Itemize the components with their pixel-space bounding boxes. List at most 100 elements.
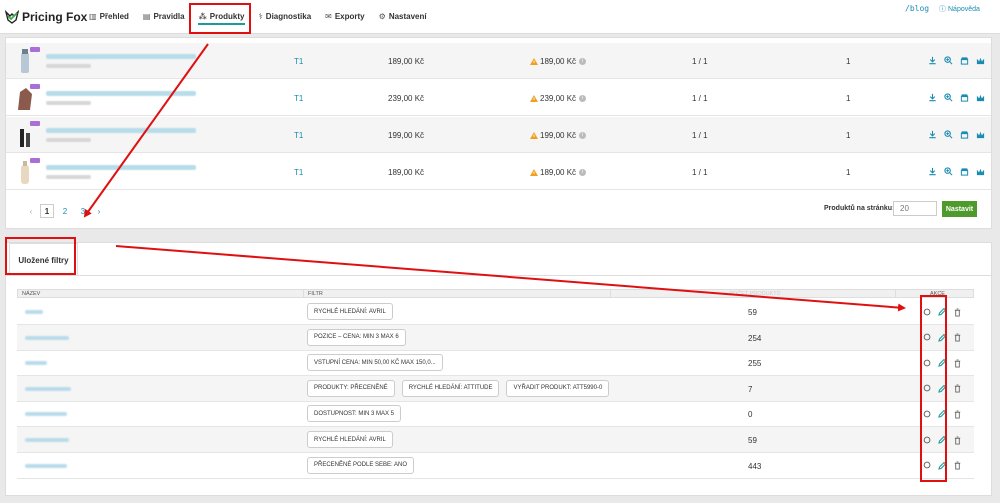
product-name-blurred[interactable] bbox=[46, 91, 196, 96]
trash-icon[interactable] bbox=[952, 435, 962, 445]
product-type-link[interactable]: T1 bbox=[294, 168, 303, 177]
download-icon[interactable] bbox=[927, 129, 937, 139]
saved-filter-row: Rychlé hledání: AVRIL 59 bbox=[17, 427, 974, 453]
info-icon[interactable]: i bbox=[579, 58, 587, 65]
product-price: 189,00 Kč bbox=[388, 57, 425, 66]
download-icon[interactable] bbox=[927, 166, 937, 176]
nav-item-pravidla[interactable]: ▤ Pravidla bbox=[136, 0, 192, 33]
edit-pencil-icon[interactable] bbox=[937, 358, 947, 368]
prev-page-button[interactable]: ‹ bbox=[26, 207, 36, 216]
download-icon[interactable] bbox=[927, 55, 937, 65]
nav-label: Přehled bbox=[99, 12, 129, 21]
product-type-link[interactable]: T1 bbox=[294, 94, 303, 103]
search-icon[interactable] bbox=[922, 333, 932, 343]
info-icon[interactable]: i bbox=[579, 95, 587, 102]
chart-icon[interactable] bbox=[975, 55, 985, 65]
set-per-page-button[interactable]: Nastavit bbox=[942, 201, 977, 217]
trash-icon[interactable] bbox=[952, 333, 962, 343]
chart-icon[interactable] bbox=[975, 92, 985, 102]
product-thumbnail[interactable] bbox=[14, 47, 40, 75]
brand-name: Pricing Fox bbox=[22, 10, 88, 24]
edit-pencil-icon[interactable] bbox=[937, 461, 947, 471]
trash-icon[interactable] bbox=[952, 461, 962, 471]
product-badge bbox=[30, 47, 40, 52]
saved-filter-row: Rychlé hledání: AVRIL 59 bbox=[17, 299, 974, 325]
search-icon[interactable] bbox=[922, 358, 932, 368]
trash-icon[interactable] bbox=[952, 384, 962, 394]
product-thumbnail[interactable] bbox=[14, 121, 40, 149]
product-type-link[interactable]: T1 bbox=[294, 131, 303, 140]
edit-pencil-icon[interactable] bbox=[937, 333, 947, 343]
zoom-icon[interactable] bbox=[943, 129, 953, 139]
filter-chip: Produkty: přeceněné bbox=[307, 379, 395, 397]
filter-name-blurred[interactable] bbox=[25, 361, 47, 366]
download-icon[interactable] bbox=[927, 92, 937, 102]
help-link[interactable]: ⓘ Nápověda bbox=[939, 4, 980, 14]
edit-pencil-icon[interactable] bbox=[937, 307, 947, 317]
shop-icon[interactable] bbox=[959, 129, 969, 139]
blog-link[interactable]: /blog bbox=[905, 4, 929, 13]
per-page-input[interactable] bbox=[893, 201, 937, 216]
product-name-blurred[interactable] bbox=[46, 54, 196, 59]
filter-product-count: 254 bbox=[748, 333, 762, 343]
nav-item-diagnostika[interactable]: ⚕ Diagnostika bbox=[251, 0, 318, 33]
trash-icon[interactable] bbox=[952, 409, 962, 419]
column-header-filter[interactable]: Filtr bbox=[304, 290, 611, 298]
nav-label: Pravidla bbox=[153, 12, 185, 21]
nav-label: Diagnostika bbox=[265, 12, 312, 21]
page-button-1[interactable]: 1 bbox=[40, 204, 54, 218]
product-type-link[interactable]: T1 bbox=[294, 57, 303, 66]
shop-icon[interactable] bbox=[959, 166, 969, 176]
product-thumbnail[interactable] bbox=[14, 84, 40, 112]
page-button-3[interactable]: 3 bbox=[76, 204, 90, 218]
filter-name-blurred[interactable] bbox=[25, 310, 43, 314]
info-icon[interactable]: i bbox=[579, 169, 587, 176]
chart-icon[interactable] bbox=[975, 166, 985, 176]
search-icon[interactable] bbox=[922, 409, 932, 419]
shop-icon[interactable] bbox=[959, 55, 969, 65]
search-icon[interactable] bbox=[922, 461, 932, 471]
filter-product-count: 7 bbox=[748, 384, 753, 394]
zoom-icon[interactable] bbox=[943, 92, 953, 102]
filter-chips: Rychlé hledání: AVRIL bbox=[307, 303, 393, 320]
search-icon[interactable] bbox=[922, 384, 932, 394]
filter-product-count: 0 bbox=[748, 410, 753, 420]
saved-filters-panel: Uložené filtry Název Filtr Počet produkt… bbox=[5, 242, 992, 496]
my-price-value: 199,00 Kč bbox=[540, 131, 577, 140]
filter-name-blurred[interactable] bbox=[25, 438, 69, 442]
filter-name-blurred[interactable] bbox=[25, 412, 67, 417]
filter-name-blurred[interactable] bbox=[25, 463, 67, 468]
chart-icon[interactable] bbox=[975, 129, 985, 139]
saved-filter-row: Vstupní cena: min 50,00 Kč max 150,0... … bbox=[17, 350, 974, 377]
trash-icon[interactable] bbox=[952, 358, 962, 368]
tab-saved-filters[interactable]: Uložené filtry bbox=[9, 243, 78, 276]
shop-icon[interactable] bbox=[959, 92, 969, 102]
trash-icon[interactable] bbox=[952, 307, 962, 317]
product-row: T1 239,00 Kč 239,00 Kč i 1 / 1 1 bbox=[6, 80, 991, 116]
product-name-blurred[interactable] bbox=[46, 165, 196, 170]
zoom-icon[interactable] bbox=[943, 166, 953, 176]
edit-pencil-icon[interactable] bbox=[937, 435, 947, 445]
filter-chip: Rychlé hledání: AVRIL bbox=[307, 303, 393, 320]
next-page-button[interactable]: › bbox=[94, 207, 104, 216]
info-icon[interactable]: i bbox=[579, 132, 587, 139]
edit-pencil-icon[interactable] bbox=[937, 384, 947, 394]
help-label: Nápověda bbox=[948, 5, 980, 13]
filter-product-count: 59 bbox=[748, 436, 757, 445]
product-thumbnail[interactable] bbox=[14, 158, 40, 186]
search-icon[interactable] bbox=[922, 307, 932, 317]
column-header-name[interactable]: Název bbox=[18, 290, 304, 298]
nav-item-nastaveni[interactable]: ⚙ Nastavení bbox=[372, 0, 434, 33]
nav-item-exporty[interactable]: ✉ Exporty bbox=[318, 0, 372, 33]
logo[interactable]: Pricing Fox bbox=[5, 8, 87, 26]
zoom-icon[interactable] bbox=[943, 55, 953, 65]
page-button-2[interactable]: 2 bbox=[58, 204, 72, 218]
edit-pencil-icon[interactable] bbox=[937, 409, 947, 419]
filter-name-blurred[interactable] bbox=[25, 386, 71, 391]
nav-item-prehled[interactable]: ▥ Přehled bbox=[82, 0, 136, 33]
product-name-blurred[interactable] bbox=[46, 128, 196, 133]
column-header-count[interactable]: Počet produktů bbox=[611, 290, 896, 298]
search-icon[interactable] bbox=[922, 435, 932, 445]
nav-item-produkty[interactable]: ⁂ Produkty bbox=[192, 0, 252, 33]
filter-name-blurred[interactable] bbox=[25, 335, 69, 340]
